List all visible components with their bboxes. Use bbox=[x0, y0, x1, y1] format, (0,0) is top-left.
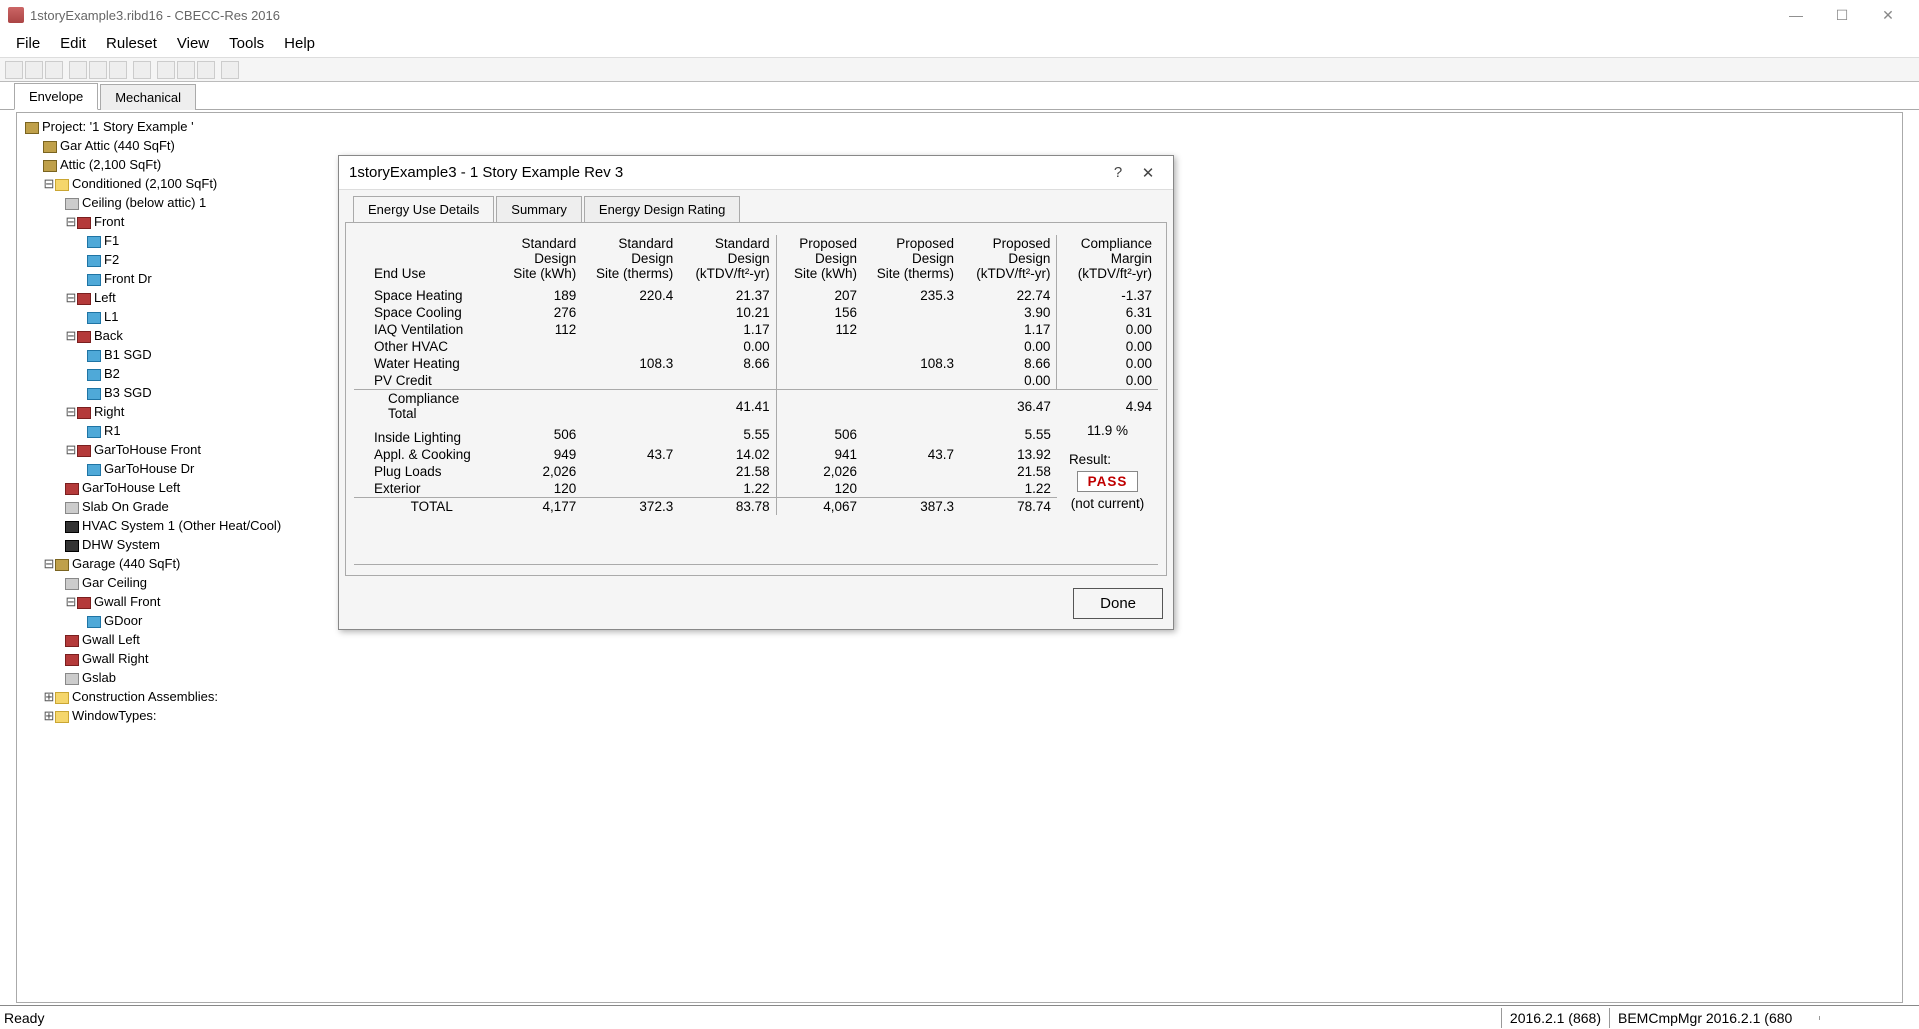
menu-tools[interactable]: Tools bbox=[219, 31, 274, 56]
tool-icon-3[interactable] bbox=[197, 61, 215, 79]
save-icon[interactable] bbox=[45, 61, 63, 79]
menu-edit[interactable]: Edit bbox=[50, 31, 96, 56]
tree-gwall-right[interactable]: Gwall Right bbox=[25, 649, 1894, 668]
result-value: PASS bbox=[1077, 471, 1139, 492]
dialog-body: End Use StandardDesignSite (kWh) Standar… bbox=[345, 222, 1167, 576]
minimize-button[interactable]: — bbox=[1773, 7, 1819, 23]
tree-window-types[interactable]: ⊞WindowTypes: bbox=[25, 706, 1894, 725]
row-compliance-total: Compliance Total 41.41 36.47 4.94 bbox=[354, 390, 1158, 423]
col-pd-therm: ProposedDesignSite (therms) bbox=[863, 235, 960, 287]
close-button[interactable]: ✕ bbox=[1865, 7, 1911, 24]
menu-help[interactable]: Help bbox=[274, 31, 325, 56]
status-version-1: 2016.2.1 (868) bbox=[1501, 1008, 1609, 1028]
tree-gwall-left[interactable]: Gwall Left bbox=[25, 630, 1894, 649]
menubar: File Edit Ruleset View Tools Help bbox=[0, 30, 1919, 58]
col-pd-ktdv: ProposedDesign(kTDV/ft²-yr) bbox=[960, 235, 1057, 287]
col-sd-ktdv: StandardDesign(kTDV/ft²-yr) bbox=[679, 235, 776, 287]
tree-gslab[interactable]: Gslab bbox=[25, 668, 1894, 687]
titlebar: 1storyExample3.ribd16 - CBECC-Res 2016 —… bbox=[0, 0, 1919, 30]
col-sd-kwh: StandardDesignSite (kWh) bbox=[495, 235, 582, 287]
status-ready: Ready bbox=[4, 1010, 44, 1026]
result-note: (not current) bbox=[1063, 496, 1152, 511]
dialog-tabs: Energy Use Details Summary Energy Design… bbox=[339, 190, 1173, 222]
tool-icon-2[interactable] bbox=[177, 61, 195, 79]
new-icon[interactable] bbox=[5, 61, 23, 79]
tab-envelope[interactable]: Envelope bbox=[14, 83, 98, 110]
tool-icon-1[interactable] bbox=[157, 61, 175, 79]
row-appl-cooking: Appl. & Cooking 949 43.7 14.02 941 43.7 … bbox=[354, 446, 1158, 463]
toolbar bbox=[0, 58, 1919, 82]
tree-constr-assemblies[interactable]: ⊞Construction Assemblies: bbox=[25, 687, 1894, 706]
open-icon[interactable] bbox=[25, 61, 43, 79]
tab-mechanical[interactable]: Mechanical bbox=[100, 84, 196, 110]
col-enduse: End Use bbox=[354, 235, 495, 287]
row-water-heating: Water Heating 108.3 8.66 108.3 8.66 0.00 bbox=[354, 355, 1158, 372]
row-exterior: Exterior 120 1.22 120 1.22 bbox=[354, 480, 1158, 498]
app-icon bbox=[8, 7, 24, 23]
dialog-tab-summary[interactable]: Summary bbox=[496, 196, 582, 222]
energy-details-dialog: 1storyExample3 - 1 Story Example Rev 3 ?… bbox=[338, 155, 1174, 630]
menu-file[interactable]: File bbox=[6, 31, 50, 56]
row-other-hvac: Other HVAC 0.00 0.00 0.00 bbox=[354, 338, 1158, 355]
col-pd-kwh: ProposedDesignSite (kWh) bbox=[776, 235, 863, 287]
dialog-help-button[interactable]: ? bbox=[1103, 164, 1133, 181]
tree-project[interactable]: Project: '1 Story Example ' bbox=[25, 117, 1894, 136]
help-icon[interactable] bbox=[221, 61, 239, 79]
col-sd-therm: StandardDesignSite (therms) bbox=[582, 235, 679, 287]
dialog-close-button[interactable]: ✕ bbox=[1133, 164, 1163, 182]
cut-icon[interactable] bbox=[69, 61, 87, 79]
col-margin: ComplianceMargin(kTDV/ft²-yr) bbox=[1057, 235, 1158, 287]
row-plug-loads: Plug Loads 2,026 21.58 2,026 21.58 bbox=[354, 463, 1158, 480]
row-space-cooling: Space Cooling 276 10.21 156 3.90 6.31 bbox=[354, 304, 1158, 321]
result-label: Result: bbox=[1069, 452, 1152, 467]
window-title: 1storyExample3.ribd16 - CBECC-Res 2016 bbox=[30, 8, 280, 23]
dialog-title: 1storyExample3 - 1 Story Example Rev 3 bbox=[349, 164, 623, 181]
compliance-percent: 11.9 % bbox=[1063, 423, 1152, 438]
dialog-titlebar: 1storyExample3 - 1 Story Example Rev 3 ?… bbox=[339, 156, 1173, 190]
maximize-button[interactable]: ☐ bbox=[1819, 7, 1865, 24]
main-tabs: Envelope Mechanical bbox=[0, 82, 1919, 110]
dialog-tab-rating[interactable]: Energy Design Rating bbox=[584, 196, 740, 222]
tree-gar-attic[interactable]: Gar Attic (440 SqFt) bbox=[25, 136, 1894, 155]
dialog-tab-details[interactable]: Energy Use Details bbox=[353, 196, 494, 222]
row-space-heating: Space Heating 189 220.4 21.37 207 235.3 … bbox=[354, 287, 1158, 304]
status-version-2: BEMCmpMgr 2016.2.1 (680 bbox=[1609, 1008, 1819, 1028]
energy-table: End Use StandardDesignSite (kWh) Standar… bbox=[354, 235, 1158, 515]
row-total: TOTAL 4,177 372.3 83.78 4,067 387.3 78.7… bbox=[354, 498, 1158, 516]
copy-icon[interactable] bbox=[89, 61, 107, 79]
menu-view[interactable]: View bbox=[167, 31, 219, 56]
statusbar: Ready 2016.2.1 (868) BEMCmpMgr 2016.2.1 … bbox=[0, 1005, 1919, 1029]
paste-icon[interactable] bbox=[109, 61, 127, 79]
print-icon[interactable] bbox=[133, 61, 151, 79]
status-empty bbox=[1819, 1016, 1919, 1020]
row-iaq: IAQ Ventilation 112 1.17 112 1.17 0.00 bbox=[354, 321, 1158, 338]
done-button[interactable]: Done bbox=[1073, 588, 1163, 619]
menu-ruleset[interactable]: Ruleset bbox=[96, 31, 167, 56]
row-pv-credit: PV Credit 0.00 0.00 bbox=[354, 372, 1158, 390]
row-inside-lighting: Inside Lighting 506 5.55 506 5.55 11.9 %… bbox=[354, 422, 1158, 446]
